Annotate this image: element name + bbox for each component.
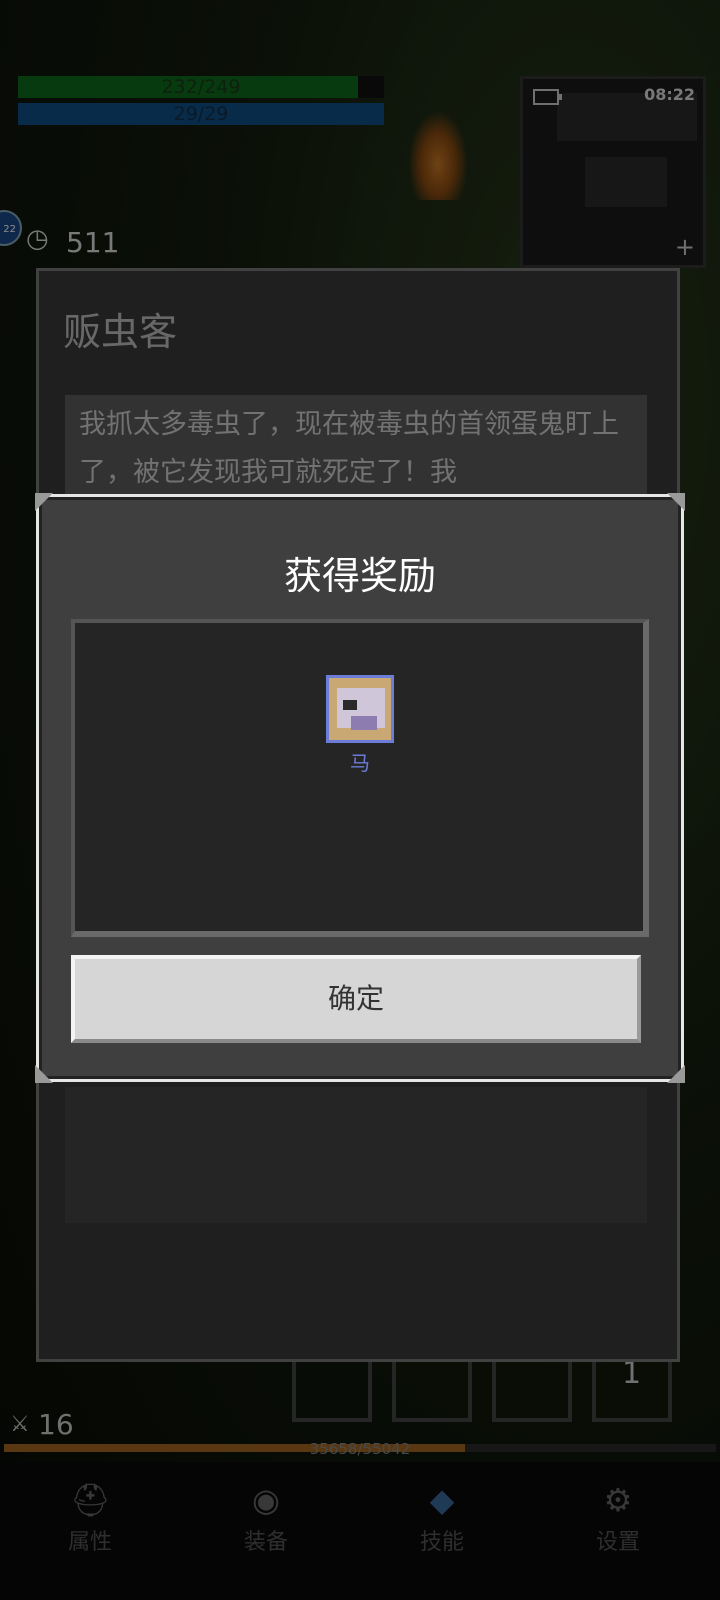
frame-corner — [667, 493, 685, 511]
confirm-button[interactable]: 确定 — [71, 955, 641, 1043]
reward-item[interactable]: 马 — [324, 675, 396, 776]
frame-corner — [35, 493, 53, 511]
reward-item-name: 马 — [350, 751, 370, 775]
frame-corner — [667, 1065, 685, 1083]
horse-icon — [326, 675, 394, 743]
reward-title: 获得奖励 — [283, 554, 436, 598]
reward-modal: 获得奖励 马 确定 — [35, 493, 685, 1083]
reward-items-box: 马 — [71, 619, 649, 937]
frame-corner — [35, 1065, 53, 1083]
